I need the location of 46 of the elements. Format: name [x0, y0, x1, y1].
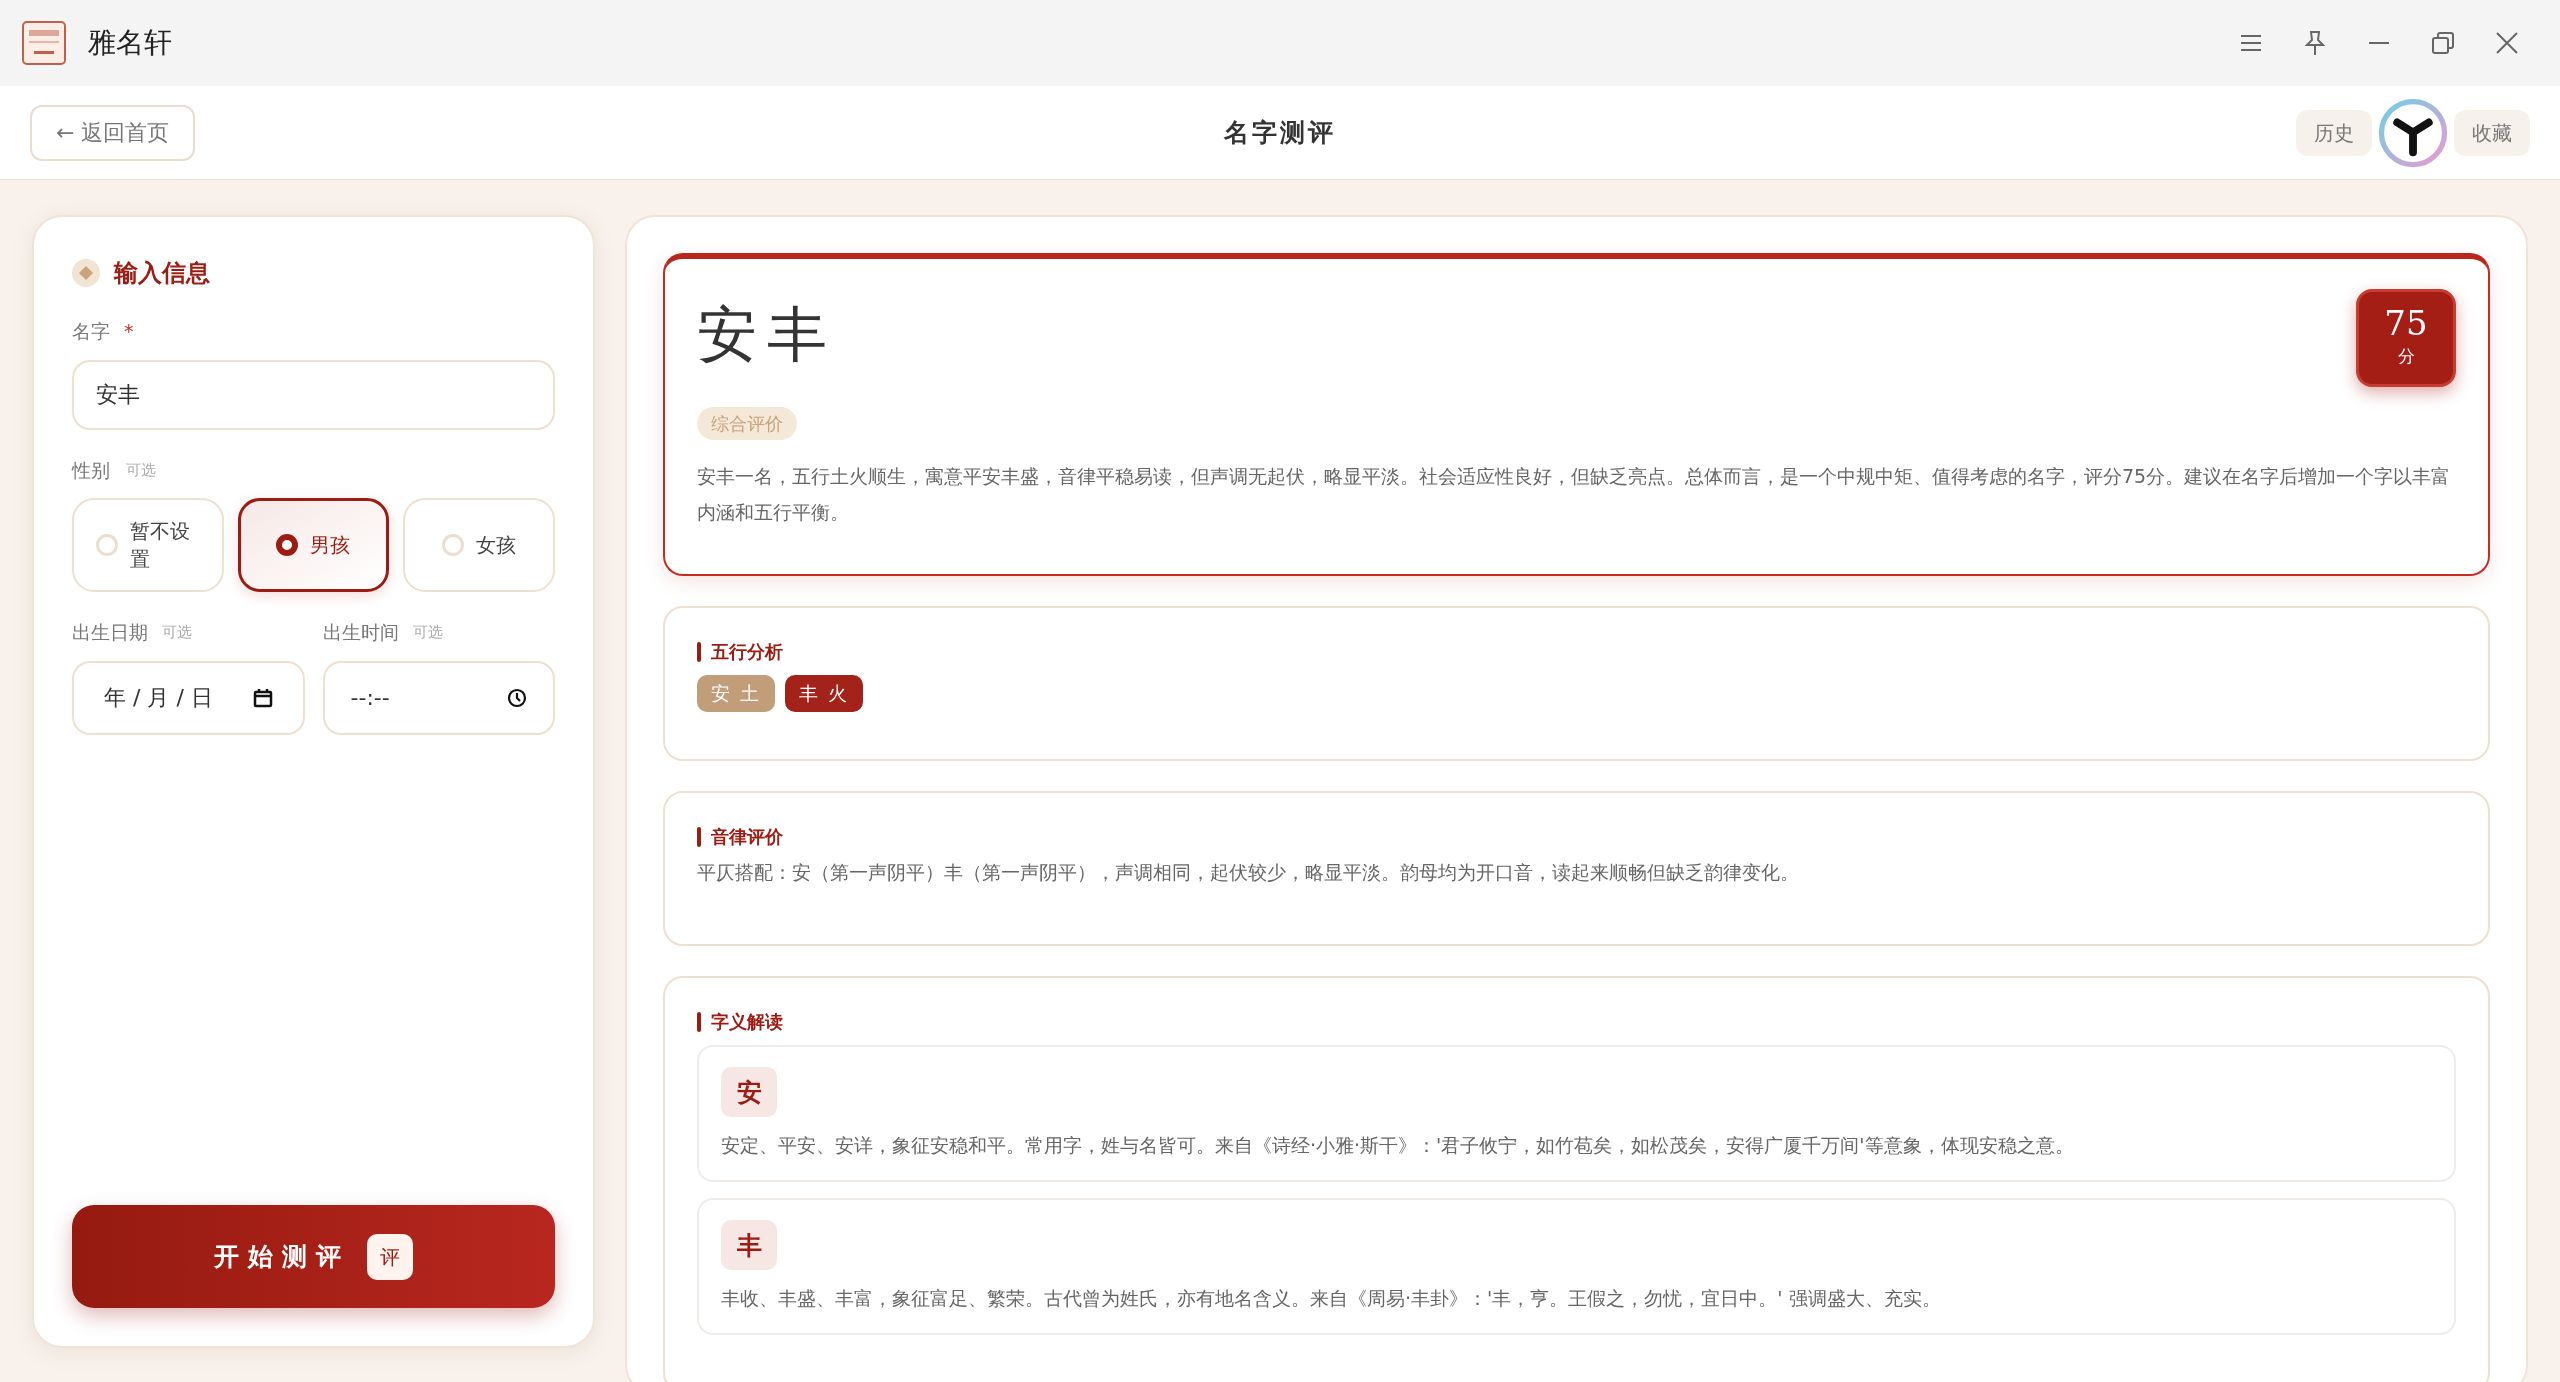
close-icon[interactable] — [2496, 32, 2518, 54]
window-title: 雅名轩 — [88, 25, 172, 61]
badge: 评 — [366, 1233, 413, 1280]
minimize-icon[interactable] — [2368, 41, 2390, 45]
pin-icon[interactable] — [2304, 30, 2326, 56]
date-input[interactable]: 年 / 月 / 日 — [72, 660, 305, 735]
start-evaluation-button[interactable]: 开 始 测 评 评 — [72, 1205, 555, 1308]
header-action-button[interactable]: 历史 — [2296, 109, 2372, 156]
gender-option[interactable]: 女孩 — [403, 498, 555, 592]
score-value: 75 — [2384, 306, 2428, 341]
section-title: 音律评价 — [711, 825, 783, 850]
header-action-button[interactable]: 收藏 — [2454, 109, 2530, 156]
section-title: 五行分析 — [711, 640, 783, 665]
character-badge: 丰 — [721, 1220, 777, 1271]
clock-icon — [507, 687, 527, 708]
score-unit: 分 — [2397, 345, 2415, 369]
character-meaning: 丰收、丰盛、丰富，象征富足、繁荣。古代曾为姓氏，亦有地名含义。来自《周易·丰卦》：'丰，亨。王假之，勿忧，宜日中。' 强调盛大、充实。 — [721, 1286, 1942, 1312]
rhythm-text: 平仄搭配：安（第一声阴平）丰（第一声阴平），声调相同，起伏较少，略显平淡。韵母均为开口音，读起来顺畅但缺乏韵律变化。 — [697, 860, 1800, 886]
optional-hint: 可选 — [126, 459, 156, 481]
gender-option[interactable]: 暂不设置 — [72, 498, 224, 592]
summary-text: 安丰一名，五行土火顺生，寓意平安丰盛，音律平稳易读，但声调无起伏，略显平淡。社会适应性良好，但缺乏亮点。总体而言，是一个中规中矩、值得考虑的名字，评分75分。建议在名字后增加一个字以丰富内涵和五行平衡。 — [697, 464, 2452, 525]
restore-icon[interactable] — [2432, 32, 2454, 54]
element-tag: 丰 火 — [785, 675, 864, 712]
name-input[interactable]: 安丰 — [72, 359, 555, 430]
optional-hint: 可选 — [162, 622, 192, 643]
floating-assistant-icon[interactable] — [2378, 97, 2448, 168]
calendar-icon — [252, 687, 273, 708]
field-label: 名字 — [72, 319, 110, 344]
summary-tag: 综合评价 — [697, 407, 797, 440]
character-badge: 安 — [721, 1067, 777, 1118]
field-label: 性别 — [72, 457, 110, 483]
time-input[interactable]: --:-- — [322, 660, 555, 735]
element-tag: 安 土 — [697, 675, 776, 712]
required-mark: * — [124, 319, 134, 344]
section-title: 字义解读 — [711, 1010, 783, 1035]
app-logo — [22, 21, 66, 65]
field-label: 出生时间 — [322, 620, 399, 645]
name-title: 安丰 — [697, 298, 837, 371]
menu-icon[interactable] — [2240, 34, 2262, 52]
back-button[interactable]: ← 返回首页 — [30, 104, 196, 161]
page-title: 名字测评 — [1224, 116, 1336, 149]
optional-hint: 可选 — [412, 622, 443, 643]
character-meaning: 安定、平安、安详，象征安稳和平。常用字，姓与名皆可。来自《诗经·小雅·斯干》：'君子攸宁，如竹苞矣，如松茂矣，安得广厦千万间'等意象，体现安稳之意。 — [721, 1133, 2075, 1159]
gender-option[interactable]: 男孩 — [237, 498, 390, 592]
field-label: 出生日期 — [72, 620, 148, 645]
panel-heading: 输入信息 — [114, 258, 210, 289]
